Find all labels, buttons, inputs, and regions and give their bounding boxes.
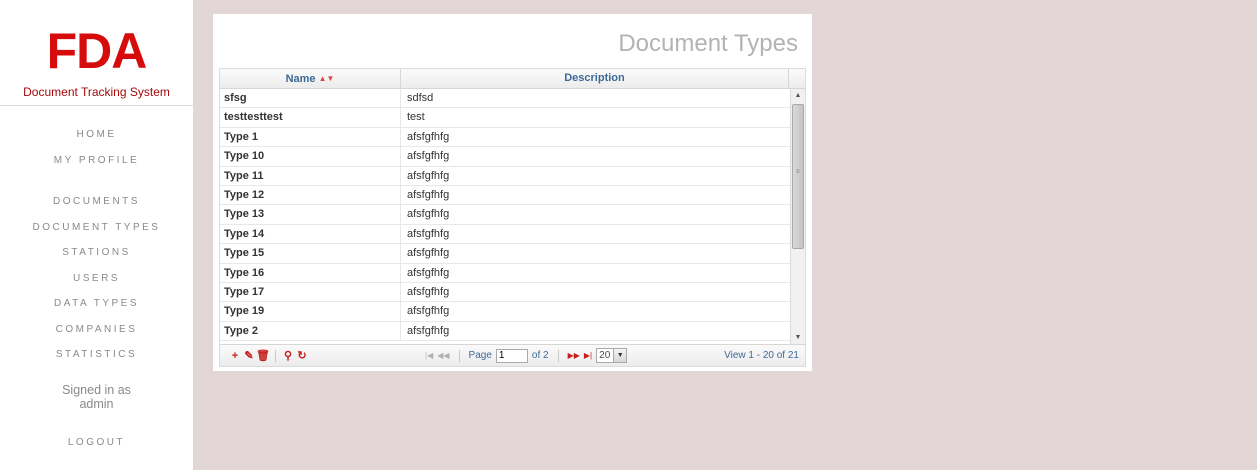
column-header-spacer <box>789 69 805 88</box>
cell-description: afsfgfhfg <box>407 208 450 221</box>
pager-separator <box>557 349 559 362</box>
nav-item-data-types[interactable]: DATA TYPES <box>0 291 193 317</box>
nav-item-stations[interactable]: STATIONS <box>0 240 193 266</box>
pager-separator <box>458 349 460 362</box>
prev-page-icon[interactable]: ◀◀ <box>437 351 449 360</box>
page-navigation: |◀ ◀◀ Page of 2 ▶▶ ▶| 20 ▼ <box>425 348 628 363</box>
nav-item-companies[interactable]: COMPANIES <box>0 317 193 343</box>
grip-icon: ≡ <box>796 169 800 175</box>
cell-description: test <box>407 111 425 124</box>
table-row[interactable]: Type 19 afsfgfhfg <box>220 302 805 322</box>
cell-name: Type 10 <box>220 147 401 166</box>
grid-scrollbar[interactable]: ▲ ≡ ▼ <box>790 89 805 345</box>
table-row[interactable]: Type 14 afsfgfhfg <box>220 224 805 245</box>
document-types-grid: Name ▲▼ Description sfsg sdfsd testtestte… <box>219 68 806 367</box>
cell-description: afsfgfhfg <box>407 305 450 318</box>
grid-header: Name ▲▼ Description <box>220 69 805 89</box>
page-title: Document Types <box>618 30 798 57</box>
table-row[interactable]: Type 10 afsfgfhfg <box>220 147 805 167</box>
sort-icon: ▲▼ <box>318 74 335 83</box>
sidebar: FDA Document Tracking System HOME MY PRO… <box>0 0 193 470</box>
nav-item-home[interactable]: HOME <box>0 122 193 148</box>
logo-title: FDA <box>46 23 148 79</box>
delete-icon[interactable]: 🗑 <box>256 349 270 362</box>
signed-in-info: Signed in as admin <box>0 383 193 411</box>
table-row[interactable]: Type 15 afsfgfhfg <box>220 244 805 264</box>
page-label: Page <box>468 350 492 361</box>
cell-description: afsfgfhfg <box>407 150 450 163</box>
cell-name: Type 13 <box>220 205 401 224</box>
first-page-icon[interactable]: |◀ <box>425 351 433 360</box>
table-row[interactable]: Type 17 afsfgfhfg <box>220 282 805 303</box>
grid-pager: + ✎ 🗑 ⚲ ↻ |◀ ◀◀ Page of 2 ▶▶ ▶| 20 ▼ <box>220 344 805 366</box>
table-row[interactable]: Type 13 afsfgfhfg <box>220 205 805 225</box>
page-total: of 2 <box>531 350 549 361</box>
chevron-down-icon: ▼ <box>613 349 627 362</box>
column-header-description[interactable]: Description <box>401 69 789 88</box>
scroll-down-icon[interactable]: ▼ <box>791 331 805 345</box>
last-page-icon[interactable]: ▶| <box>584 351 592 360</box>
cell-description: afsfgfhfg <box>407 227 450 240</box>
logo-subtitle: Document Tracking System <box>23 85 170 99</box>
grid-actions: + ✎ 🗑 ⚲ ↻ <box>228 349 309 362</box>
cell-name: Type 19 <box>220 302 401 321</box>
signed-in-user: admin <box>79 396 114 411</box>
view-records-info: View 1 - 20 of 21 <box>724 350 799 361</box>
search-icon[interactable]: ⚲ <box>281 349 295 362</box>
column-header-name[interactable]: Name ▲▼ <box>220 69 401 88</box>
cell-name: Type 17 <box>220 282 401 302</box>
cell-description: afsfgfhfg <box>407 188 450 201</box>
cell-name: Type 16 <box>220 263 401 282</box>
cell-description: afsfgfhfg <box>407 130 450 143</box>
cell-name: sfsg <box>220 89 401 108</box>
nav-item-document-types[interactable]: DOCUMENT TYPES <box>0 215 193 241</box>
refresh-icon[interactable]: ↻ <box>295 349 309 362</box>
nav-item-users[interactable]: USERS <box>0 266 193 292</box>
table-row[interactable]: testtesttest test <box>220 108 805 128</box>
nav-item-documents[interactable]: DOCUMENTS <box>0 189 193 215</box>
table-row[interactable]: Type 12 afsfgfhfg <box>220 185 805 206</box>
table-row[interactable]: Type 16 afsfgfhfg <box>220 263 805 283</box>
signed-in-label: Signed in as <box>62 382 131 397</box>
nav-group-primary: HOME MY PROFILE <box>0 122 193 173</box>
cell-name: Type 1 <box>220 127 401 147</box>
main-panel: Document Types Name ▲▼ Description sfsg s… <box>213 14 812 371</box>
cell-name: Type 14 <box>220 224 401 244</box>
scroll-thumb[interactable]: ≡ <box>792 104 804 249</box>
logout-link[interactable]: LOGOUT <box>0 437 193 448</box>
cell-name: Type 15 <box>220 244 401 263</box>
cell-name: Type 2 <box>220 321 401 341</box>
cell-description: afsfgfhfg <box>407 285 450 298</box>
nav-group-admin: DOCUMENTS DOCUMENT TYPES STATIONS USERS … <box>0 189 193 368</box>
cell-name: Type 11 <box>220 166 401 185</box>
table-row[interactable]: Type 2 afsfgfhfg <box>220 321 805 342</box>
edit-icon[interactable]: ✎ <box>242 349 256 362</box>
rows-per-page-value: 20 <box>599 350 611 361</box>
logo: FDA Document Tracking System <box>0 0 193 99</box>
cell-description: sdfsd <box>407 92 434 104</box>
actions-separator <box>275 349 276 362</box>
cell-description: afsfgfhfg <box>407 169 450 182</box>
add-icon[interactable]: + <box>228 350 242 362</box>
cell-description: afsfgfhfg <box>407 324 450 337</box>
rows-per-page-select[interactable]: 20 ▼ <box>596 348 628 363</box>
cell-name: Type 12 <box>220 185 401 205</box>
cell-name: testtesttest <box>220 108 401 127</box>
table-row[interactable]: Type 1 afsfgfhfg <box>220 127 805 148</box>
column-header-name-label: Name <box>285 73 316 85</box>
cell-description: afsfgfhfg <box>407 247 450 260</box>
next-page-icon[interactable]: ▶▶ <box>568 351 580 360</box>
grid-body: sfsg sdfsd testtesttest test Type 1 afsf… <box>220 89 805 345</box>
cell-description: afsfgfhfg <box>407 266 450 279</box>
table-row[interactable]: Type 11 afsfgfhfg <box>220 166 805 186</box>
page-input[interactable] <box>495 348 528 363</box>
table-row[interactable]: sfsg sdfsd <box>220 89 805 109</box>
scroll-up-icon[interactable]: ▲ <box>791 89 805 103</box>
nav-item-statistics[interactable]: STATISTICS <box>0 342 193 368</box>
nav-item-my-profile[interactable]: MY PROFILE <box>0 148 193 174</box>
sidebar-divider <box>0 105 193 106</box>
